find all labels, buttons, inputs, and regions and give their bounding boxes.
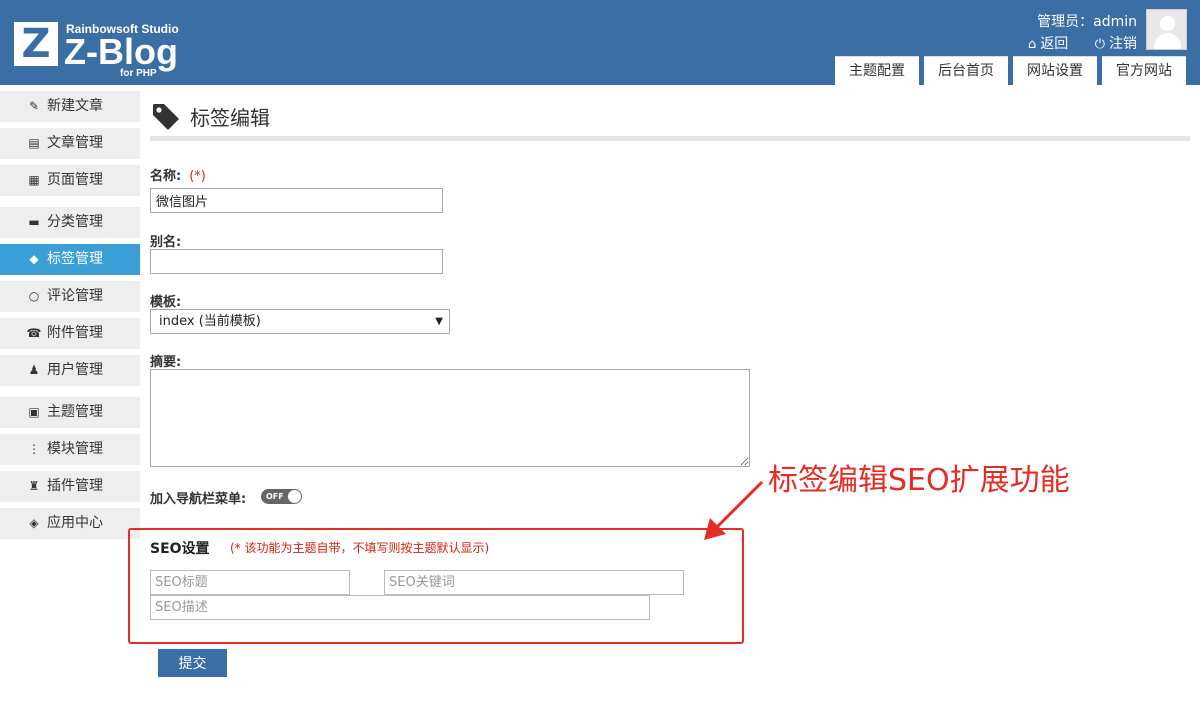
seo-section-title: SEO设置	[150, 541, 210, 557]
sidebar-item-new-article[interactable]: ✎ 新建文章	[0, 91, 140, 122]
alias-input[interactable]	[150, 249, 443, 274]
sidebar-item-pages[interactable]: ▦ 页面管理	[0, 165, 140, 196]
required-mark: (*)	[189, 169, 206, 184]
tab-admin-home[interactable]: 后台首页	[924, 56, 1008, 85]
edit-icon: ✎	[28, 99, 40, 113]
logo-name: Z-Blog	[64, 31, 178, 72]
sidebar-item-users[interactable]: ♟ 用户管理	[0, 355, 140, 386]
top-header: Z Rainbowsoft Studio Z-Blog for PHP 管理员：…	[0, 0, 1200, 85]
top-tabs: 主题配置 后台首页 网站设置 官方网站	[830, 56, 1186, 85]
article-icon: ▤	[28, 136, 40, 150]
comment-icon: ○	[28, 289, 40, 303]
seo-description-input[interactable]	[150, 595, 650, 620]
summary-label: 摘要:	[150, 355, 182, 370]
user-info: 管理员：admin ⌂ 返回 ⏻ 注销	[1006, 11, 1137, 53]
template-label: 模板:	[150, 295, 182, 310]
tab-site-settings[interactable]: 网站设置	[1013, 56, 1097, 85]
logo-mark: Z	[14, 22, 58, 66]
seo-keywords-input[interactable]	[384, 570, 684, 595]
admin-label: 管理员：admin	[1037, 14, 1137, 30]
sidebar-item-categories[interactable]: ▬ 分类管理	[0, 207, 140, 238]
dropdown-arrow-icon: ▼	[435, 316, 443, 327]
app-center-icon: ◈	[29, 516, 39, 530]
sidebar-item-plugins[interactable]: ♜ 插件管理	[0, 471, 140, 502]
tag-title-icon	[153, 104, 179, 130]
submit-button[interactable]: 提交	[158, 649, 227, 677]
nav-menu-toggle[interactable]: OFF	[261, 489, 302, 504]
back-link[interactable]: ⌂ 返回	[1028, 36, 1068, 52]
sidebar-item-modules[interactable]: ⋮ 模块管理	[0, 434, 140, 465]
sidebar-item-app-center[interactable]: ◈ 应用中心	[0, 508, 140, 539]
sidebar: ✎ 新建文章 ▤ 文章管理 ▦ 页面管理 ▬ 分类管理 ◆ 标签管理 ○ 评论管理 ☎ 附件管…	[0, 85, 140, 539]
alias-label: 别名:	[150, 235, 182, 250]
template-select[interactable]: index (当前模板) ▼	[150, 309, 450, 334]
tag-icon: ◆	[29, 252, 39, 266]
name-label: 名称: (*)	[150, 169, 206, 184]
title-divider	[150, 136, 1190, 141]
logo-subtitle: for PHP	[120, 68, 157, 79]
summary-textarea[interactable]	[150, 369, 750, 467]
sidebar-item-tags[interactable]: ◆ 标签管理	[0, 244, 140, 275]
module-icon: ⋮	[28, 442, 40, 456]
seo-title-input[interactable]	[150, 570, 350, 595]
sidebar-item-comments[interactable]: ○ 评论管理	[0, 281, 140, 312]
avatar[interactable]	[1146, 9, 1187, 50]
folder-icon: ▬	[28, 215, 40, 229]
attachment-icon: ☎	[26, 326, 42, 340]
page-title: 标签编辑	[190, 106, 270, 130]
home-icon: ⌂	[1027, 37, 1037, 52]
tab-theme-config[interactable]: 主题配置	[835, 56, 919, 85]
sidebar-item-attachments[interactable]: ☎ 附件管理	[0, 318, 140, 349]
name-input[interactable]	[150, 188, 443, 213]
theme-icon: ▣	[28, 405, 40, 419]
seo-note: (* 该功能为主题自带，不填写则按主题默认显示)	[230, 541, 490, 555]
user-icon: ♟	[28, 363, 40, 377]
zblog-logo[interactable]: Z Rainbowsoft Studio Z-Blog for PHP	[14, 22, 194, 80]
sidebar-item-themes[interactable]: ▣ 主题管理	[0, 397, 140, 428]
sidebar-item-articles[interactable]: ▤ 文章管理	[0, 128, 140, 159]
pages-icon: ▦	[28, 173, 40, 187]
nav-menu-label: 加入导航栏菜单:	[150, 492, 247, 507]
annotation-label: 标签编辑SEO扩展功能	[768, 463, 1070, 498]
tab-official-site[interactable]: 官方网站	[1102, 56, 1186, 85]
power-icon: ⏻	[1094, 37, 1105, 52]
plugin-icon: ♜	[28, 479, 40, 493]
logout-link[interactable]: ⏻ 注销	[1095, 36, 1137, 52]
annotation-arrow-icon	[704, 480, 764, 540]
